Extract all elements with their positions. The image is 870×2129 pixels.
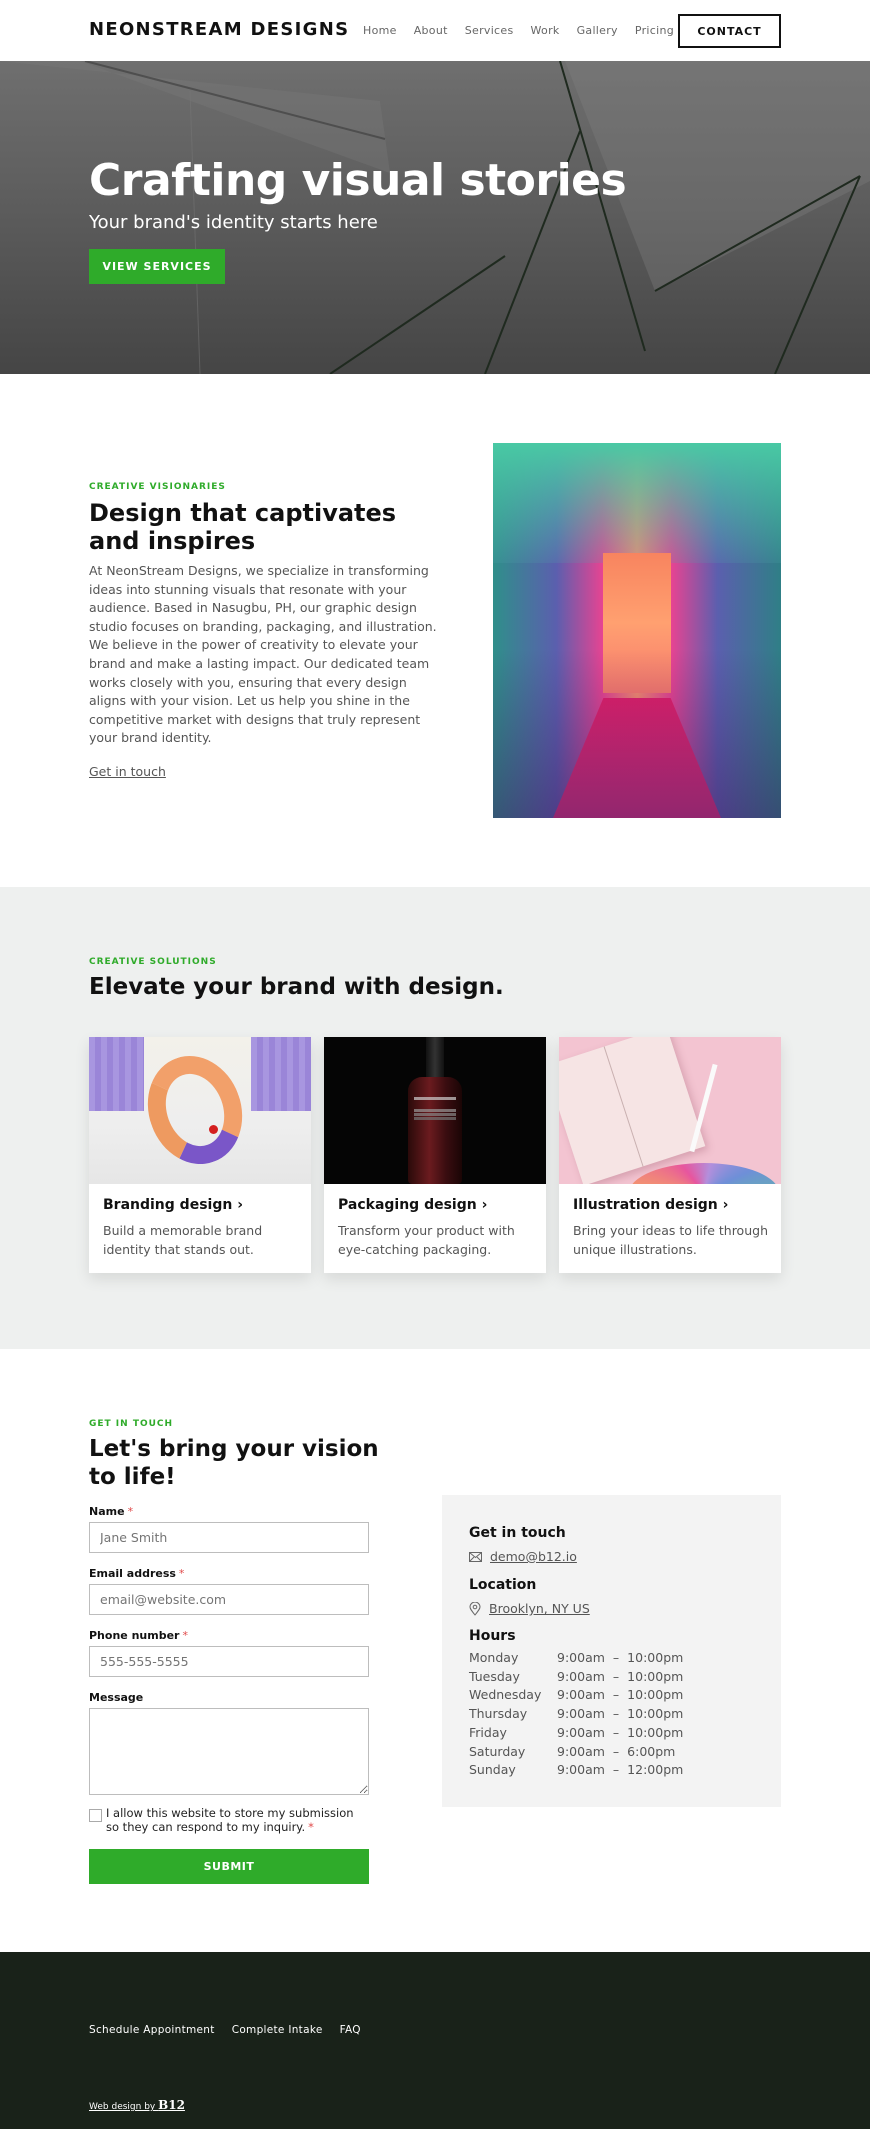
location-heading: Location	[469, 1577, 537, 1593]
consent-label: I allow this website to store my submiss…	[106, 1806, 354, 1834]
service-card-packaging[interactable]: Packaging design › Transform your produc…	[324, 1037, 546, 1273]
branding-image	[89, 1037, 311, 1184]
location-row: Brooklyn, NY US	[469, 1601, 590, 1616]
bottle	[408, 1077, 462, 1184]
nav-about[interactable]: About	[414, 24, 448, 37]
hours-table: Monday 9:00am –10:00pm Tuesday 9:00am –10:00…	[469, 1649, 683, 1780]
service-card-branding[interactable]: Branding design › Build a memorable bran…	[89, 1037, 311, 1273]
map-pin-icon	[469, 1601, 481, 1616]
hours-row: Monday 9:00am –10:00pm	[469, 1650, 684, 1665]
site-footer: Schedule Appointment Complete Intake FAQ…	[0, 1952, 870, 2129]
nav-home[interactable]: Home	[363, 24, 397, 37]
email-label: Email address *	[89, 1567, 185, 1580]
site-logo[interactable]: NEONSTREAM DESIGNS	[89, 19, 349, 40]
message-label: Message	[89, 1691, 144, 1704]
hours-row: Tuesday 9:00am –10:00pm	[469, 1668, 684, 1684]
nav-work[interactable]: Work	[531, 24, 560, 37]
sculpture-arc	[132, 1042, 258, 1178]
curtain-left	[89, 1037, 144, 1111]
hours-row: Wednesday 9:00am –10:00pm	[469, 1687, 684, 1703]
main-nav: Home About Services Work Gallery Pricing	[363, 24, 674, 37]
contact-eyebrow: GET IN TOUCH	[89, 1419, 174, 1429]
get-in-touch-link[interactable]: Get in touch	[89, 764, 166, 779]
name-label: Name *	[89, 1505, 134, 1518]
nav-gallery[interactable]: Gallery	[577, 24, 618, 37]
hours-row: Friday 9:00am –10:00pm	[469, 1724, 684, 1740]
get-in-touch-heading: Get in touch	[469, 1525, 566, 1541]
phone-field[interactable]	[89, 1646, 369, 1677]
bottle-neck	[426, 1037, 444, 1079]
services-eyebrow: CREATIVE SOLUTIONS	[89, 957, 217, 967]
notebook	[559, 1037, 706, 1184]
image-shade	[493, 443, 781, 818]
service-card-illustration[interactable]: Illustration design › Bring your ideas t…	[559, 1037, 781, 1273]
footer-link-faq[interactable]: FAQ	[340, 2024, 361, 2036]
hero-section: Crafting visual stories Your brand's ide…	[0, 61, 870, 374]
submit-button[interactable]: SUBMIT	[89, 1849, 369, 1884]
footer-link-schedule[interactable]: Schedule Appointment	[89, 2024, 215, 2036]
packaging-image	[324, 1037, 546, 1184]
chevron-right-icon: ›	[722, 1197, 729, 1213]
b12-credit-link[interactable]: Web design by B12	[89, 2098, 185, 2112]
service-card-title: Packaging design ›	[338, 1197, 488, 1213]
required-mark: *	[308, 1820, 314, 1834]
hours-row: Saturday 9:00am –6:00pm	[469, 1743, 676, 1759]
about-body: At NeonStream Designs, we specialize in …	[89, 563, 437, 746]
required-mark: *	[178, 1567, 185, 1580]
required-mark: *	[182, 1629, 188, 1642]
service-card-desc: Build a memorable brand identity that st…	[103, 1223, 263, 1257]
flower	[209, 1125, 218, 1134]
consent-checkbox[interactable]	[89, 1809, 102, 1822]
hours-heading: Hours	[469, 1628, 516, 1644]
contact-info-box: Get in touch demo@b12.io Location Brookl…	[442, 1495, 781, 1807]
pen	[689, 1063, 718, 1153]
envelope-icon	[469, 1551, 482, 1562]
nav-services[interactable]: Services	[465, 24, 514, 37]
message-field[interactable]	[89, 1708, 369, 1795]
service-card-desc: Bring your ideas to life through unique …	[573, 1223, 768, 1257]
nav-pricing[interactable]: Pricing	[635, 24, 674, 37]
about-title: Design that captivates and inspires	[89, 499, 397, 555]
hours-row: Sunday 9:00am –12:00pm	[469, 1762, 684, 1778]
services-title: Elevate your brand with design.	[89, 974, 504, 1000]
hours-row: Thursday 9:00am –10:00pm	[469, 1706, 684, 1722]
services-section: CREATIVE SOLUTIONS Elevate your brand wi…	[0, 887, 870, 1349]
footer-link-intake[interactable]: Complete Intake	[232, 2024, 323, 2036]
required-mark: *	[127, 1505, 134, 1518]
hero-title: Crafting visual stories	[89, 155, 627, 206]
email-row: demo@b12.io	[469, 1549, 577, 1564]
site-header: NEONSTREAM DESIGNS Home About Services W…	[0, 0, 870, 61]
illustration-image	[559, 1037, 781, 1184]
contact-button[interactable]: CONTACT	[678, 14, 781, 48]
chevron-right-icon: ›	[237, 1197, 243, 1213]
service-card-desc: Transform your product with eye-catching…	[338, 1223, 515, 1257]
email-link[interactable]: demo@b12.io	[490, 1549, 577, 1564]
color-swatch-fan	[629, 1163, 779, 1184]
phone-label: Phone number *	[89, 1629, 188, 1642]
location-link[interactable]: Brooklyn, NY US	[489, 1601, 590, 1616]
view-services-button[interactable]: VIEW SERVICES	[89, 249, 225, 284]
b12-logo: B12	[158, 2098, 185, 2112]
email-field[interactable]	[89, 1584, 369, 1615]
footer-links: Schedule Appointment Complete Intake FAQ	[89, 2024, 361, 2036]
bottle-label	[414, 1097, 456, 1100]
service-card-title: Branding design ›	[103, 1197, 243, 1213]
chevron-right-icon: ›	[481, 1197, 488, 1213]
name-field[interactable]	[89, 1522, 369, 1553]
service-card-title: Illustration design ›	[573, 1197, 729, 1213]
about-eyebrow: CREATIVE VISIONARIES	[89, 482, 226, 492]
curtain-right	[251, 1037, 311, 1111]
hero-subtitle: Your brand's identity starts here	[89, 212, 378, 233]
contact-title: Let's bring your vision to life!	[89, 1436, 379, 1490]
neon-hallway-image	[493, 443, 781, 818]
